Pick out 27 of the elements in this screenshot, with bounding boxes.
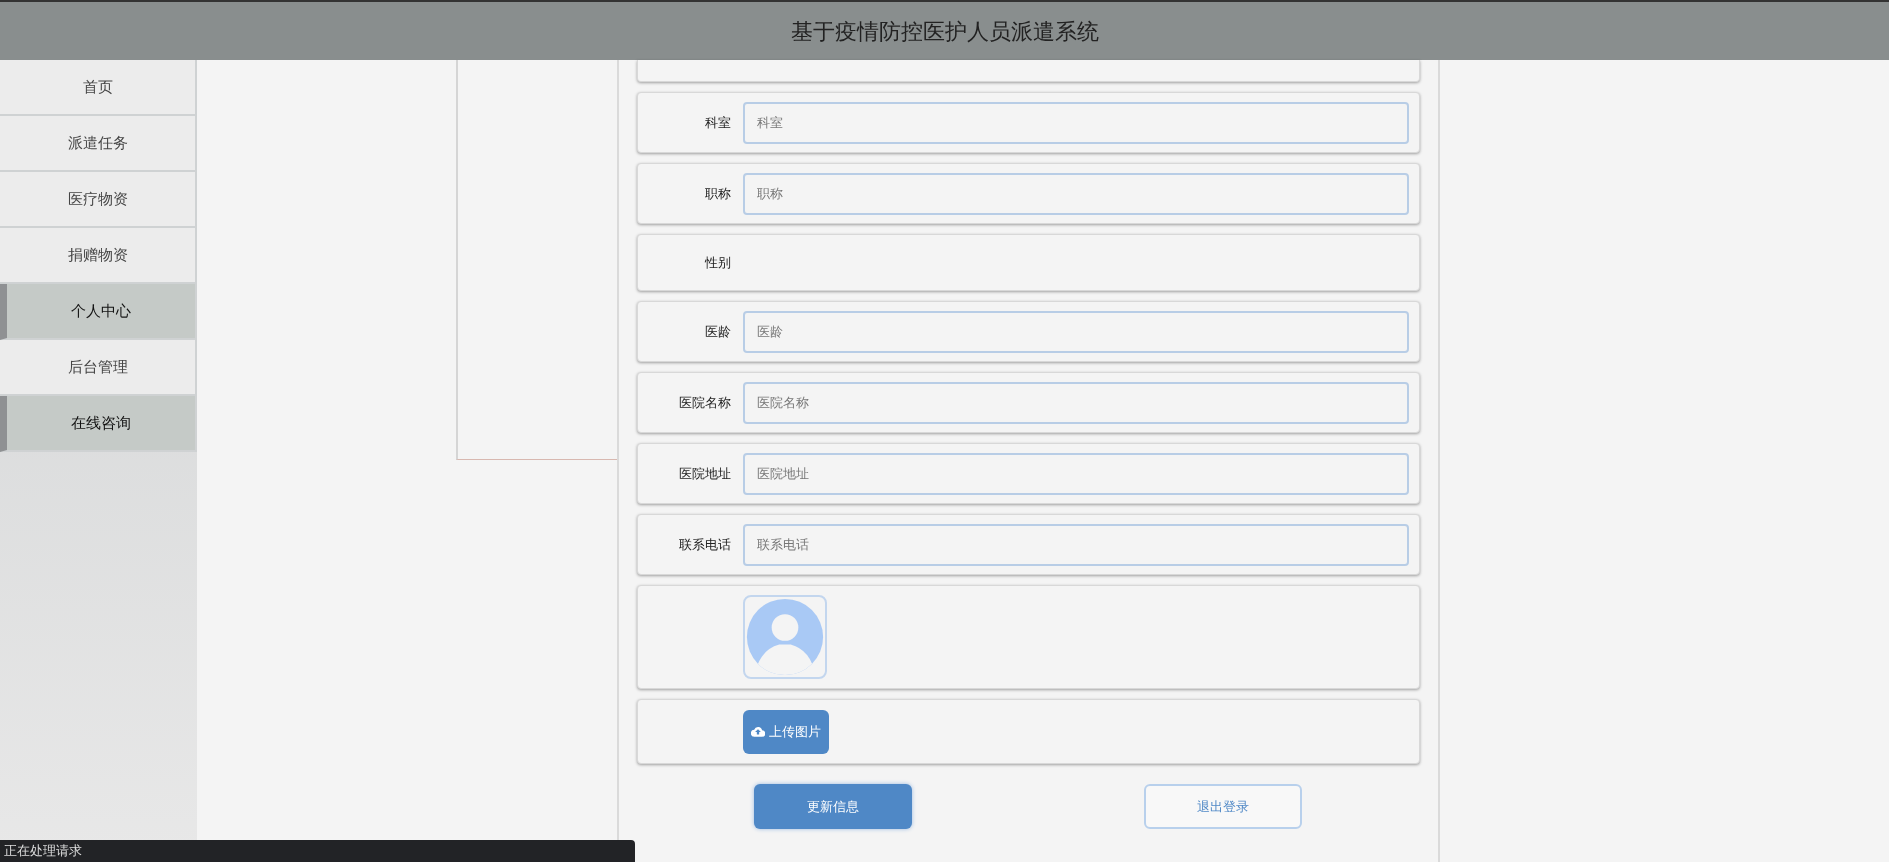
header-title: 基于疫情防控医护人员派遣系统	[790, 17, 1099, 46]
text-field[interactable]: 医院地址	[743, 452, 1409, 495]
sidebar-item[interactable]: 个人中心	[0, 284, 197, 340]
text-field[interactable]: 医院名称	[743, 381, 1409, 424]
upload-button[interactable]: 上传图片	[743, 709, 829, 754]
sidebar-item[interactable]: 医疗物资	[0, 172, 197, 228]
sidebar-item[interactable]: 后台管理	[0, 340, 197, 396]
field-label: 职称	[705, 184, 731, 203]
field-label: 联系电话	[679, 535, 731, 554]
logout-button[interactable]: 退出登录	[1144, 784, 1302, 829]
sidebar-item[interactable]: 首页	[0, 60, 197, 116]
sidebar-item[interactable]: 捐赠物资	[0, 228, 197, 284]
field-label: 医院名称	[679, 393, 731, 412]
field-label: 医龄	[705, 322, 731, 341]
status-text: 正在处理请求	[4, 842, 82, 861]
sidebar-item[interactable]: 派遣任务	[0, 116, 197, 172]
text-field[interactable]: 联系电话	[743, 523, 1409, 566]
cloud-upload-icon	[751, 726, 765, 737]
text-field[interactable]: 职称	[743, 172, 1409, 215]
field-label: 科室	[705, 113, 731, 132]
sidebar-item[interactable]: 在线咨询	[0, 396, 197, 452]
field-label: 医院地址	[679, 464, 731, 483]
text-field[interactable]: 科室	[743, 101, 1409, 144]
text-field[interactable]: 医龄	[743, 310, 1409, 353]
avatar-icon	[743, 595, 827, 679]
update-button[interactable]: 更新信息	[754, 784, 912, 829]
field-label: 性别	[705, 253, 731, 272]
